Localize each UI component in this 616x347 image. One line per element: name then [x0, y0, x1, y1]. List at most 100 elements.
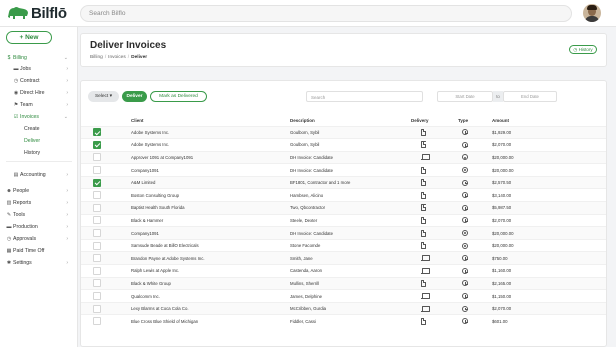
amount-cell: $2,070.00: [490, 213, 606, 227]
sidebar-item-history[interactable]: History: [0, 147, 78, 158]
table-row[interactable]: Brandon Payne at Adobe Systems Inc. Smith…: [81, 251, 606, 265]
document-icon: [421, 141, 426, 149]
top-bar: Bilflō Search Bilflo: [0, 0, 616, 27]
document-icon: [421, 166, 426, 174]
table-row[interactable]: Baptist Health South Florida Two, Qbcontr…: [81, 201, 606, 215]
history-button[interactable]: ◷ History: [569, 45, 597, 54]
row-checkbox[interactable]: [93, 128, 101, 137]
sidebar-item-settings[interactable]: ✱ Settings ›: [0, 257, 78, 268]
sidebar-item-contract[interactable]: ◷ Contract ›: [0, 75, 78, 86]
column-header-client[interactable]: Client: [129, 115, 288, 126]
row-checkbox[interactable]: [93, 203, 101, 212]
table-row[interactable]: Lexy Blarms at Coca Cola Co. McCribben, G…: [81, 301, 606, 315]
accounting-icon: ▤: [13, 171, 19, 178]
sidebar-divider: [6, 161, 72, 162]
breadcrumb-invoices[interactable]: Invoices: [108, 55, 126, 60]
table-row[interactable]: Samsude Beade at BillO Electricals Stone …: [81, 238, 606, 252]
table-row[interactable]: Adobe Systems Inc. Goulborn, Sybil $2,070.…: [81, 138, 606, 152]
global-search-input[interactable]: Search Bilflo: [80, 5, 572, 22]
sidebar-item-team[interactable]: ⚑ Team ›: [0, 99, 78, 110]
column-header-type[interactable]: Type: [456, 115, 490, 126]
amount-cell: $601.00: [490, 314, 606, 328]
row-checkbox[interactable]: [93, 191, 101, 200]
clock-icon: [462, 293, 468, 300]
row-checkbox[interactable]: [93, 241, 101, 250]
tools-icon: ✎: [6, 211, 12, 218]
sidebar-item-reports[interactable]: ▥ Reports ›: [0, 197, 78, 208]
sidebar-item-tools[interactable]: ✎ Tools ›: [0, 209, 78, 220]
chevron-right-icon: ›: [66, 65, 68, 72]
deliver-button[interactable]: Deliver: [122, 91, 147, 102]
table-row[interactable]: Black & White Group Mullins, Sherrill $2,1…: [81, 276, 606, 290]
team-icon: ⚑: [13, 101, 19, 108]
select-label: Select: [94, 94, 109, 99]
sidebar-item-billing[interactable]: $ Billing ⌄: [0, 52, 78, 63]
table-row[interactable]: Blue Cross Blue Shield of Michigan Fiddle…: [81, 314, 606, 328]
bison-logo-icon: [8, 7, 28, 19]
column-header-description[interactable]: Description: [288, 115, 409, 126]
new-button[interactable]: + New: [6, 31, 52, 44]
row-checkbox[interactable]: [93, 178, 101, 187]
mark-delivered-button[interactable]: Mark as Delivered: [150, 91, 207, 102]
document-icon: [421, 179, 426, 187]
row-checkbox[interactable]: [93, 254, 101, 263]
sidebar-item-invoices[interactable]: ☑ Invoices ⌄: [0, 111, 78, 122]
sidebar-item-accounting[interactable]: ▤ Accounting ›: [0, 169, 78, 180]
laptop-icon: [421, 255, 430, 262]
amount-cell: $2,070.00: [490, 301, 606, 315]
logo[interactable]: Bilflō: [7, 4, 67, 22]
start-date-input[interactable]: Start Date: [437, 91, 493, 102]
column-header-delivery[interactable]: Delivery: [409, 115, 456, 126]
table-row[interactable]: Approver 1091 at Company1091 DH Invoice: …: [81, 150, 606, 164]
sidebar-item-approvals[interactable]: ◷ Approvals ›: [0, 233, 78, 244]
chevron-right-icon: ›: [66, 171, 68, 178]
settings-icon: ✱: [6, 259, 12, 266]
row-checkbox[interactable]: [93, 216, 101, 225]
row-checkbox[interactable]: [93, 266, 101, 275]
amount-cell: $3,140.00: [490, 188, 606, 202]
table-row[interactable]: Black & Hammer Steele, Dexter $2,070.00: [81, 213, 606, 227]
target-icon: [462, 154, 468, 161]
column-header-amount[interactable]: Amount: [490, 115, 606, 126]
client-cell: Adobe Systems Inc.: [129, 138, 288, 152]
row-checkbox[interactable]: [93, 304, 101, 313]
sidebar-item-label: Tools: [13, 211, 26, 218]
client-cell: Approver 1091 at Company1091: [129, 150, 288, 164]
row-checkbox[interactable]: [93, 279, 101, 288]
client-cell: Samsude Beade at BillO Electricals: [129, 238, 288, 252]
row-checkbox[interactable]: [93, 153, 101, 162]
row-checkbox[interactable]: [93, 166, 101, 175]
client-cell: Lexy Blarms at Coca Cola Co.: [129, 301, 288, 315]
sidebar-item-label: Paid Time Off: [13, 247, 45, 254]
clock-icon: [462, 255, 468, 262]
sidebar-item-people[interactable]: ☻ People ›: [0, 185, 78, 196]
sidebar-item-paid-time-off[interactable]: ▦ Paid Time Off: [0, 245, 78, 256]
laptop-icon: [421, 293, 430, 300]
table-row[interactable]: Qualcomm Inc. James, Delphine $1,150.00: [81, 289, 606, 303]
sidebar-item-direct-hire[interactable]: ◉ Direct Hire ›: [0, 87, 78, 98]
select-dropdown[interactable]: Select ▾: [88, 91, 119, 102]
table-row[interactable]: Company1091 DH Invoice: Candidate $20,000.…: [81, 163, 606, 177]
row-checkbox[interactable]: [93, 292, 101, 301]
sidebar-item-deliver[interactable]: Deliver: [0, 135, 78, 146]
table-row[interactable]: Ralph Lewis at Apple Inc. Castenda, Aaron…: [81, 264, 606, 278]
document-icon: [421, 216, 426, 224]
row-checkbox[interactable]: [93, 140, 101, 149]
amount-cell: $5,987.50: [490, 201, 606, 215]
breadcrumb-billing[interactable]: Billing: [90, 55, 103, 60]
chevron-right-icon: ›: [66, 199, 68, 206]
sidebar-item-label: Invoices: [20, 113, 40, 120]
sidebar-item-production[interactable]: ▬ Production ›: [0, 221, 78, 232]
row-checkbox[interactable]: [93, 229, 101, 238]
end-date-input[interactable]: End Date: [503, 91, 557, 102]
table-row[interactable]: Boston Consulting Group Hambsen, Alicino $…: [81, 188, 606, 202]
table-row[interactable]: A&M Limited BF1801, Contractor and 1 more…: [81, 175, 606, 189]
table-row[interactable]: Adobe Systems Inc. Goulborn, Sybil $1,929.…: [81, 125, 606, 139]
description-cell: Steele, Dexter: [288, 213, 409, 227]
table-row[interactable]: Company1091 DH Invoice: Candidate $20,000.…: [81, 226, 606, 240]
row-checkbox[interactable]: [93, 317, 101, 326]
invoice-search-input[interactable]: Search: [306, 91, 423, 102]
sidebar-item-jobs[interactable]: ▬ Jobs ›: [0, 63, 78, 74]
sidebar-item-create[interactable]: Create: [0, 123, 78, 134]
user-avatar[interactable]: [583, 4, 601, 22]
